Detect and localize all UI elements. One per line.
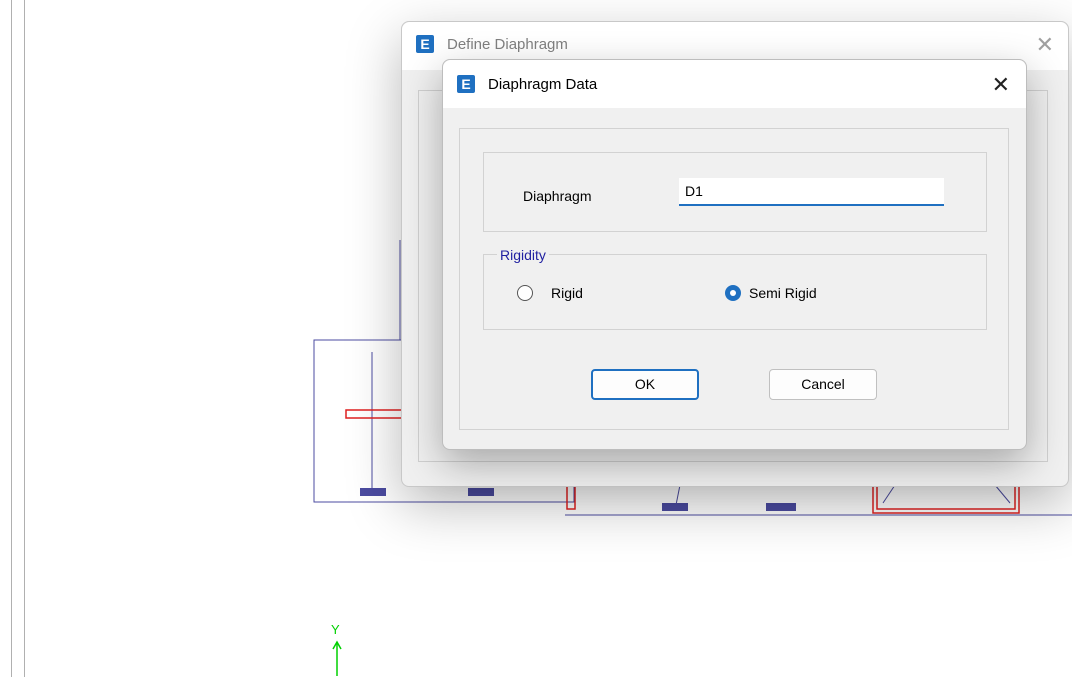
plan-wall	[675, 484, 681, 506]
rigidity-group-label: Rigidity	[497, 247, 549, 263]
rigid-radio-label[interactable]: Rigid	[551, 285, 583, 301]
plan-column	[766, 503, 796, 511]
app-logo-icon: E	[416, 35, 434, 53]
plan-column	[360, 488, 386, 496]
diaphragm-data-titlebar: E Diaphragm Data ✕	[443, 60, 1026, 108]
diaphragm-name-label: Diaphragm	[523, 188, 592, 204]
close-icon[interactable]: ✕	[992, 72, 1010, 98]
plan-column	[468, 488, 494, 496]
rigid-radio[interactable]	[517, 285, 533, 301]
plan-column	[662, 503, 688, 511]
diaphragm-data-dialog: E Diaphragm Data ✕ Diaphragm Rigidity Ri…	[442, 59, 1027, 450]
semi-rigid-radio[interactable]	[725, 285, 741, 301]
close-icon[interactable]: ✕	[1036, 32, 1054, 58]
dialog-title: Diaphragm Data	[488, 76, 598, 93]
diaphragm-name-input[interactable]	[679, 178, 944, 206]
plan-opening	[876, 484, 1016, 510]
dialog-title: Define Diaphragm	[447, 36, 568, 53]
y-axis-label: Y	[331, 622, 340, 637]
ok-button[interactable]: OK	[591, 369, 699, 400]
plan-diagonal	[994, 484, 1011, 504]
semi-rigid-radio-label[interactable]: Semi Rigid	[749, 285, 817, 301]
plan-beam	[345, 409, 403, 419]
app-logo-icon: E	[457, 75, 475, 93]
plan-diagonal	[882, 484, 896, 504]
cancel-button[interactable]: Cancel	[769, 369, 877, 400]
